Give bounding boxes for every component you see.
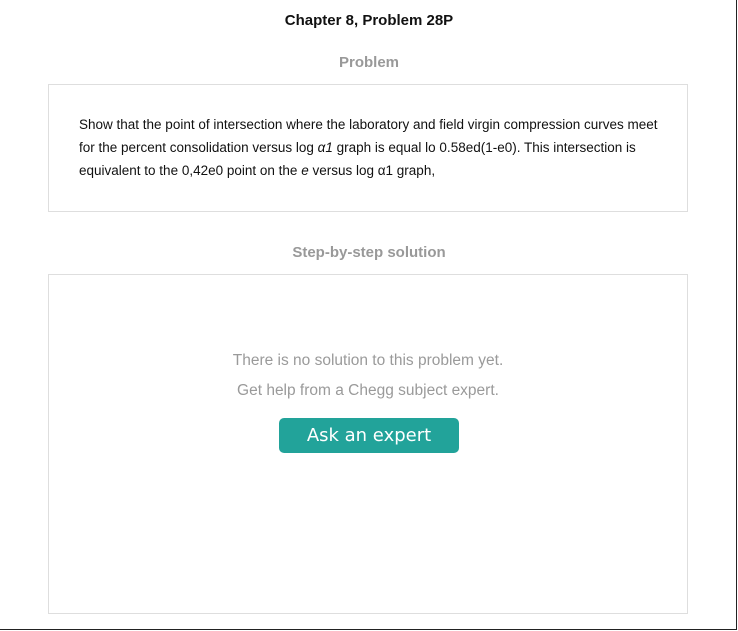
problem-symbol-e: e (301, 163, 309, 178)
chapter-title: Chapter 8, Problem 28P (284, 12, 454, 29)
problem-heading: Problem (338, 54, 399, 71)
solution-heading: Step-by-step solution (292, 244, 446, 261)
problem-text-part3: versus log α1 graph, (308, 163, 436, 178)
problem-text: Show that the point of intersection wher… (79, 113, 669, 182)
get-help-message: Get help from a Chegg subject expert. (237, 382, 499, 399)
solution-box: There is no solution to this problem yet… (48, 274, 688, 614)
problem-box: Show that the point of intersection wher… (48, 84, 688, 212)
problem-symbol-alpha: α1 (317, 140, 333, 155)
no-solution-message: There is no solution to this problem yet… (232, 352, 504, 369)
ask-expert-button[interactable]: Ask an expert (279, 418, 459, 453)
